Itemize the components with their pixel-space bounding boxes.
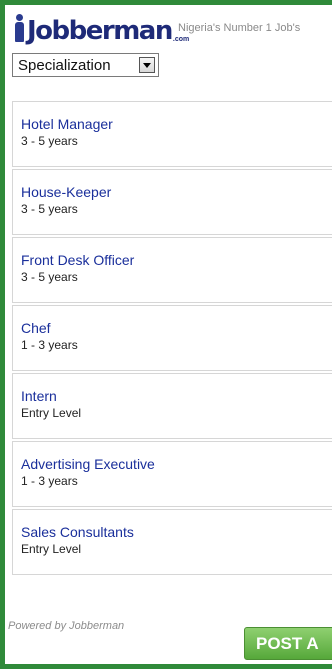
job-list: Hotel Manager 3 - 5 years House-Keeper 3… xyxy=(12,101,332,577)
jobberman-logo[interactable]: Jobberman .com xyxy=(12,10,189,44)
logo-suffix: .com xyxy=(172,36,190,43)
list-item[interactable]: Chef 1 - 3 years xyxy=(12,305,332,371)
job-experience: Entry Level xyxy=(21,542,82,556)
job-experience: 3 - 5 years xyxy=(21,202,78,216)
widget-header: Jobberman .com Nigeria's Number 1 Job's xyxy=(12,10,332,44)
logo-text: Jobberman xyxy=(27,16,173,46)
post-a-job-button[interactable]: POST A xyxy=(244,627,332,660)
job-title-link[interactable]: Advertising Executive xyxy=(21,455,332,473)
job-experience: Entry Level xyxy=(21,406,82,420)
tagline: Nigeria's Number 1 Job's xyxy=(178,22,301,34)
job-experience: 3 - 5 years xyxy=(21,270,78,284)
job-experience: 3 - 5 years xyxy=(21,134,78,148)
job-title-link[interactable]: Chef xyxy=(21,319,332,337)
list-item[interactable]: Advertising Executive 1 - 3 years xyxy=(12,441,332,507)
list-item[interactable]: Intern Entry Level xyxy=(12,373,332,439)
job-title-link[interactable]: Sales Consultants xyxy=(21,523,332,541)
list-item[interactable]: Hotel Manager 3 - 5 years xyxy=(12,101,332,167)
job-experience: 1 - 3 years xyxy=(21,474,78,488)
person-figure-icon xyxy=(12,14,26,44)
select-value: Specialization xyxy=(18,56,111,74)
list-item[interactable]: Sales Consultants Entry Level xyxy=(12,509,332,575)
list-item[interactable]: House-Keeper 3 - 5 years xyxy=(12,169,332,235)
specialization-select[interactable]: Specialization xyxy=(12,53,159,77)
job-title-link[interactable]: House-Keeper xyxy=(21,183,332,201)
powered-by-text[interactable]: Powered by Jobberman xyxy=(8,620,124,632)
list-item[interactable]: Front Desk Officer 3 - 5 years xyxy=(12,237,332,303)
job-title-link[interactable]: Hotel Manager xyxy=(21,115,332,133)
job-title-link[interactable]: Front Desk Officer xyxy=(21,251,332,269)
job-title-link[interactable]: Intern xyxy=(21,387,332,405)
job-experience: 1 - 3 years xyxy=(21,338,78,352)
chevron-down-icon[interactable] xyxy=(139,57,155,73)
